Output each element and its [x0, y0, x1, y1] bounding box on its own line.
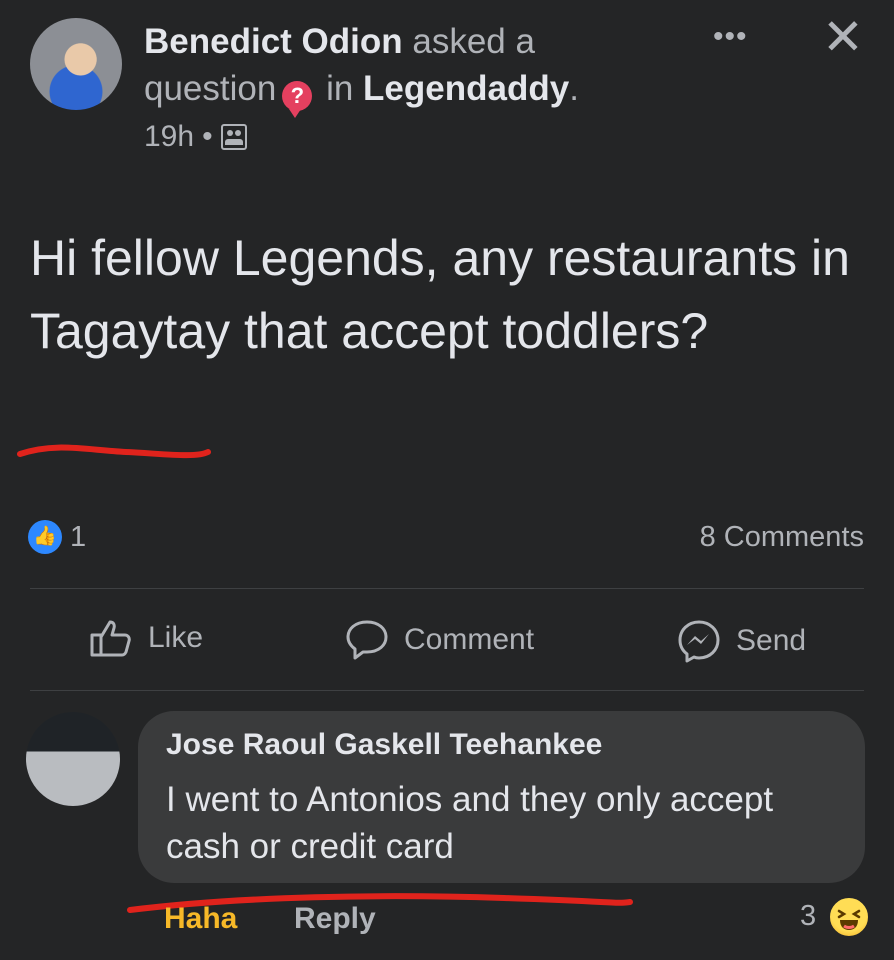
period: . [569, 69, 579, 108]
comment-text: I went to Antonios and they only accept … [166, 780, 774, 866]
author-avatar[interactable] [30, 18, 122, 110]
haha-reaction-button[interactable]: Haha [164, 902, 237, 936]
messenger-icon [678, 620, 720, 663]
comment-button[interactable]: Comment [344, 618, 534, 662]
close-icon[interactable]: ✕ [822, 8, 864, 66]
divider-bottom [30, 690, 864, 691]
like-reaction-icon: 👍 [28, 520, 62, 554]
comment-label: Comment [404, 623, 535, 656]
send-label: Send [736, 624, 807, 657]
post-header: Benedict Odion asked a question? in Lege… [144, 18, 664, 118]
post-body: Hi fellow Legends, any restaurants in Ta… [30, 230, 850, 359]
reply-button[interactable]: Reply [294, 902, 376, 936]
group-name[interactable]: Legendaddy [363, 69, 569, 108]
divider-top [30, 588, 864, 589]
thumbs-up-icon [90, 620, 131, 657]
more-options-icon[interactable]: ••• [713, 20, 748, 54]
like-button[interactable]: Like [88, 618, 203, 658]
send-button[interactable]: Send [676, 618, 806, 664]
haha-emoji-icon [828, 896, 870, 938]
group-privacy-icon [220, 124, 247, 150]
comments-count[interactable]: 8 Comments [700, 520, 864, 554]
comment-reaction-count[interactable]: 3 [800, 900, 816, 933]
commenter-avatar[interactable] [26, 712, 120, 806]
author-name[interactable]: Benedict Odion [144, 22, 403, 61]
like-count[interactable]: 1 [70, 520, 86, 554]
red-underline-annotation [17, 444, 211, 459]
speech-bubble-icon [346, 620, 388, 660]
post-time[interactable]: 19h [144, 120, 194, 154]
commenter-name[interactable]: Jose Raoul Gaskell Teehankee [166, 728, 602, 762]
action-text: asked a [412, 22, 535, 61]
like-label: Like [148, 621, 204, 654]
meta-separator: • [202, 120, 213, 153]
action-text-2: question [144, 69, 277, 108]
post-meta: 19h • [144, 120, 247, 154]
question-icon: ? [282, 81, 313, 118]
in-text: in [326, 69, 354, 108]
